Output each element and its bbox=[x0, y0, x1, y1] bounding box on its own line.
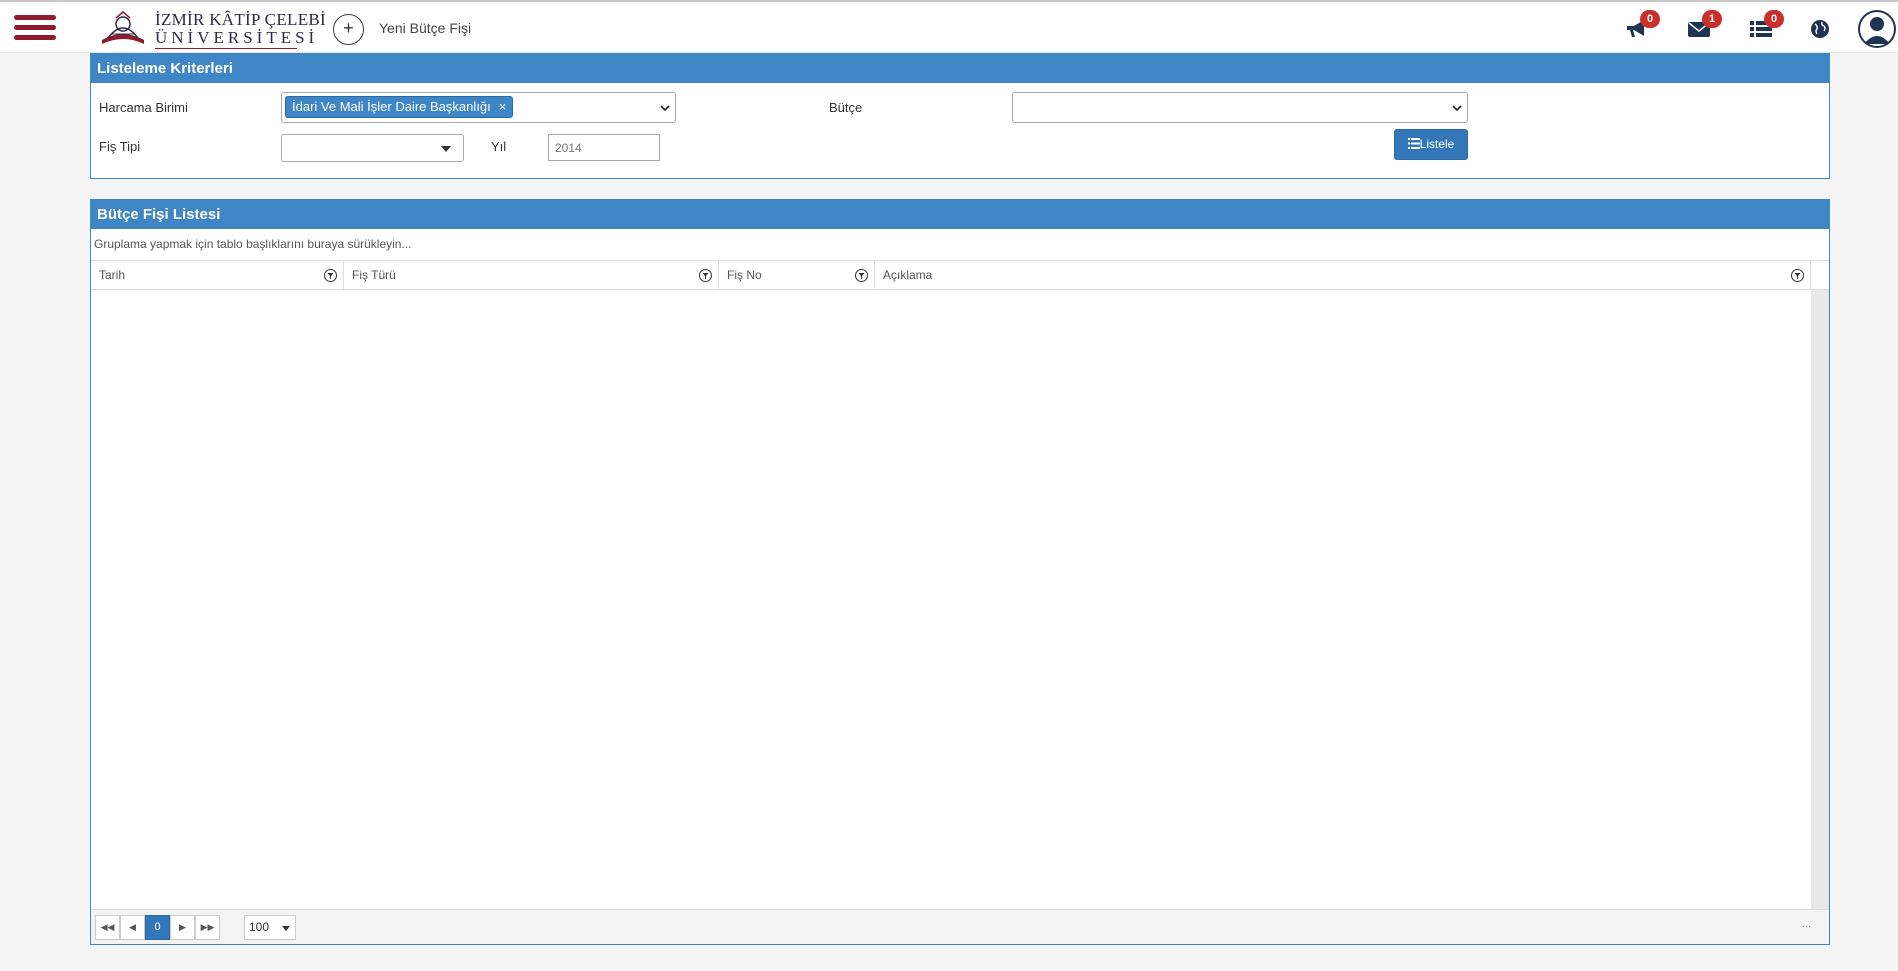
caret-down-icon bbox=[441, 146, 451, 152]
top-bar: İZMİR KÂTİP ÇELEBİ ÜNİVERSİTESİ + Yeni B… bbox=[0, 0, 1898, 52]
current-page-button[interactable]: 0 bbox=[145, 915, 170, 940]
criteria-panel-title: Listeleme Kriterleri bbox=[91, 54, 1829, 83]
tasks-badge: 0 bbox=[1764, 10, 1784, 28]
column-header-aciklama[interactable]: Açıklama bbox=[875, 261, 1811, 290]
announcements-badge: 0 bbox=[1640, 10, 1660, 28]
column-header-label: Fiş No bbox=[727, 268, 762, 282]
butce-select[interactable] bbox=[1012, 92, 1468, 123]
remove-tag-icon[interactable]: × bbox=[499, 97, 507, 117]
logo-underline bbox=[155, 48, 297, 49]
filter-icon[interactable] bbox=[699, 269, 712, 282]
selected-unit-text: İdari Ve Mali İşler Daire Başkanlığı bbox=[292, 99, 491, 114]
listele-button[interactable]: Listele bbox=[1394, 129, 1468, 160]
page-size-value: 100 bbox=[249, 920, 270, 934]
listele-button-label: Listele bbox=[1419, 137, 1455, 151]
hamburger-menu-icon[interactable] bbox=[0, 2, 70, 52]
chevron-down-icon bbox=[660, 105, 670, 112]
logo-subtitle: ÜNİVERSİTESİ bbox=[155, 28, 319, 47]
filter-icon[interactable] bbox=[1791, 269, 1804, 282]
grid-body bbox=[91, 290, 1811, 909]
grid-header: Tarih Fiş Türü Fiş No Açıklama bbox=[91, 260, 1829, 290]
column-header-label: Açıklama bbox=[883, 268, 933, 282]
yil-label: Yıl bbox=[491, 139, 507, 154]
pager-info: ... bbox=[1801, 918, 1811, 930]
logo-title: İZMİR KÂTİP ÇELEBİ bbox=[155, 10, 326, 29]
messages-button[interactable]: 1 bbox=[1686, 10, 1722, 44]
yil-input[interactable] bbox=[548, 134, 660, 161]
globe-icon bbox=[1811, 20, 1829, 38]
column-header-label: Fiş Türü bbox=[352, 268, 396, 282]
harcama-birimi-label: Harcama Birimi bbox=[99, 100, 188, 115]
butce-label: Bütçe bbox=[829, 100, 863, 115]
column-header-label: Tarih bbox=[99, 268, 126, 282]
tasks-button[interactable]: 0 bbox=[1748, 10, 1784, 44]
user-avatar[interactable] bbox=[1858, 10, 1896, 48]
harcama-birimi-select[interactable]: İdari Ve Mali İşler Daire Başkanlığı × bbox=[281, 92, 676, 123]
voucher-list-title: Bütçe Fişi Listesi bbox=[91, 200, 1829, 229]
university-emblem-icon bbox=[102, 11, 144, 44]
page-size-select[interactable]: 100 bbox=[244, 915, 296, 940]
announcements-button[interactable]: 0 bbox=[1624, 10, 1660, 44]
selected-unit-tag: İdari Ve Mali İşler Daire Başkanlığı × bbox=[285, 96, 514, 118]
group-drop-area[interactable]: Gruplama yapmak için tablo başlıklarını … bbox=[94, 237, 411, 251]
prev-page-icon[interactable]: ◀ bbox=[120, 915, 145, 940]
last-page-icon[interactable]: ▶▶ bbox=[195, 915, 220, 940]
new-budget-voucher-button[interactable]: + bbox=[333, 14, 364, 45]
first-page-icon[interactable]: ◀◀ bbox=[95, 915, 120, 940]
grid-pager: ◀◀ ◀ 0 ▶ ▶▶ 100 ... bbox=[91, 909, 1829, 944]
next-page-icon[interactable]: ▶ bbox=[170, 915, 195, 940]
messages-badge: 1 bbox=[1702, 10, 1722, 28]
grid-vertical-scrollbar[interactable] bbox=[1811, 290, 1829, 909]
caret-down-icon bbox=[282, 926, 290, 931]
column-header-fis-turu[interactable]: Fiş Türü bbox=[344, 261, 719, 290]
filter-icon[interactable] bbox=[855, 269, 868, 282]
list-icon bbox=[1407, 138, 1420, 149]
new-budget-voucher-label[interactable]: Yeni Bütçe Fişi bbox=[379, 20, 471, 36]
pager-buttons: ◀◀ ◀ 0 ▶ ▶▶ bbox=[95, 915, 226, 940]
fis-tipi-label: Fiş Tipi bbox=[99, 139, 141, 154]
language-button[interactable] bbox=[1808, 14, 1838, 44]
column-header-fis-no[interactable]: Fiş No bbox=[719, 261, 875, 290]
fis-tipi-select[interactable] bbox=[281, 134, 464, 162]
filter-icon[interactable] bbox=[324, 269, 337, 282]
chevron-down-icon bbox=[1452, 105, 1462, 112]
column-header-tarih[interactable]: Tarih bbox=[91, 261, 344, 290]
user-icon bbox=[1860, 12, 1894, 46]
